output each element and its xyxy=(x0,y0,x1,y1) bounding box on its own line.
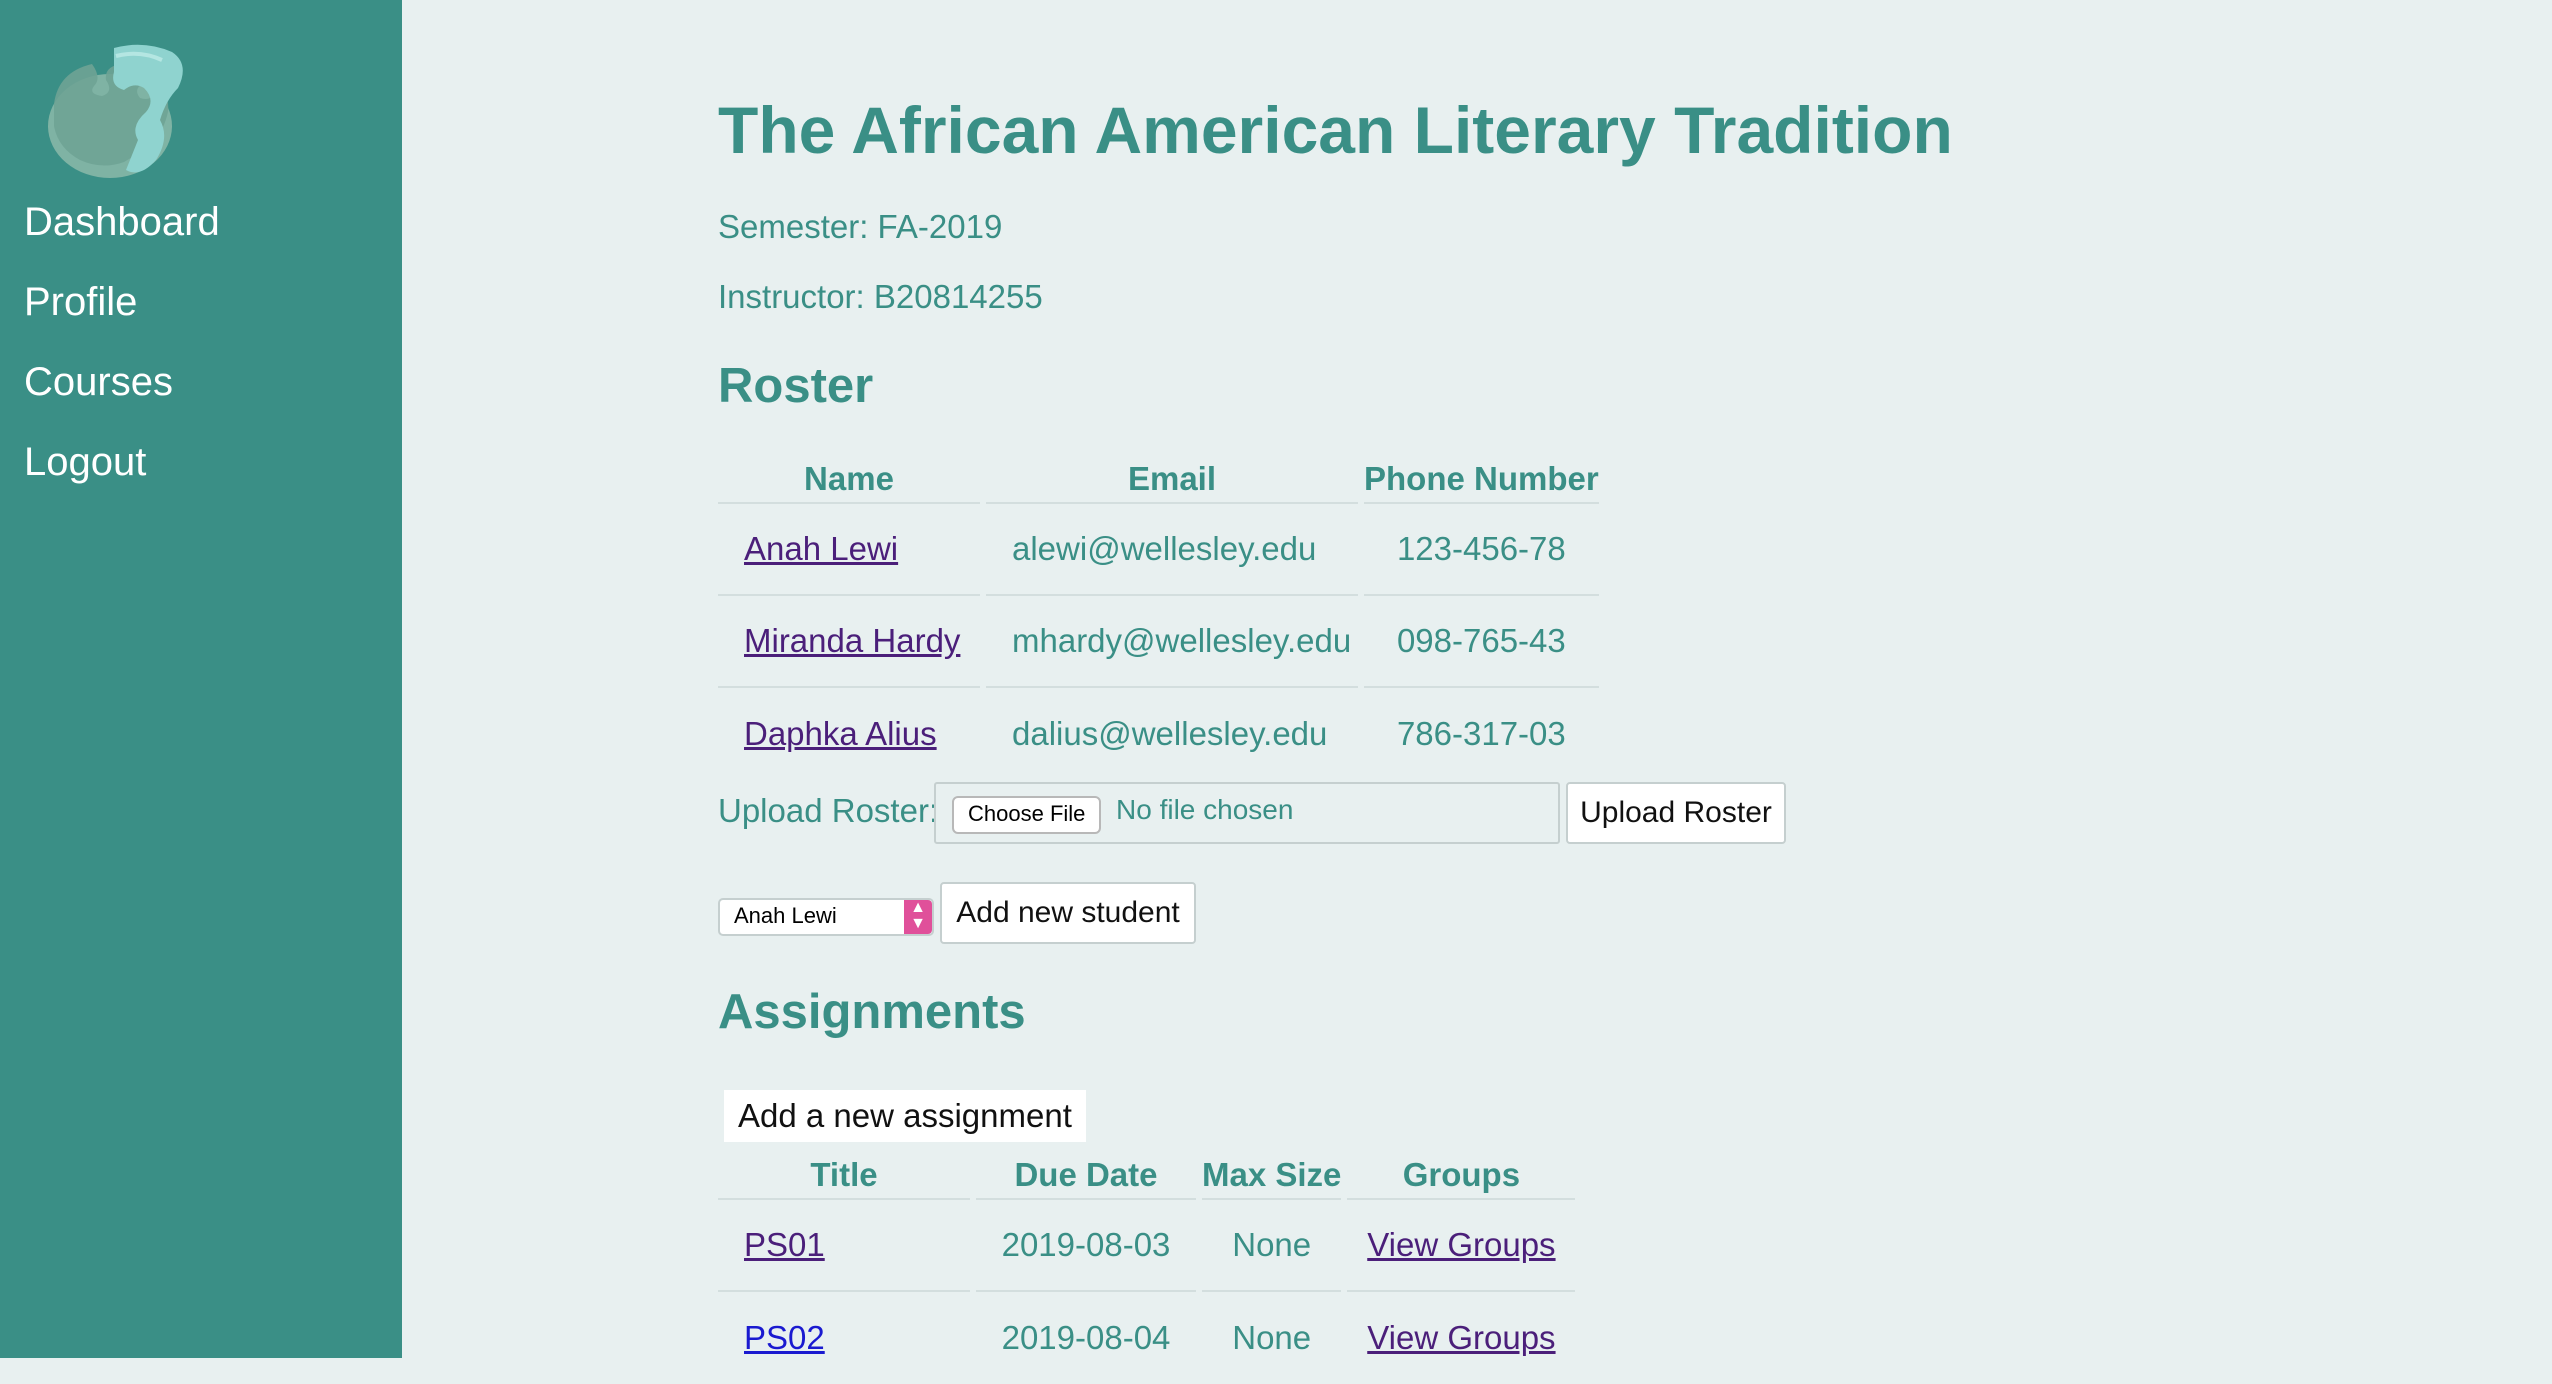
upload-roster-label: Upload Roster: xyxy=(718,792,939,829)
table-row: PS01 2019-08-03 None View Groups xyxy=(718,1200,1576,1292)
assignments-col-groups: Groups xyxy=(1347,1156,1576,1200)
choose-file-button[interactable]: Choose File xyxy=(952,796,1102,834)
roster-table: Name Email Phone Number Anah Lewi alewi@… xyxy=(712,460,1605,780)
assignment-max: None xyxy=(1202,1200,1342,1292)
select-arrows-icon: ▲ ▼ xyxy=(904,900,932,934)
page-title: The African American Literary Tradition xyxy=(718,93,1953,167)
assignments-heading: Assignments xyxy=(718,985,1026,1039)
add-new-student-button[interactable]: Add new student xyxy=(940,882,1196,944)
assignment-due: 2019-08-04 xyxy=(1001,1319,1171,1356)
assignments-col-due: Due Date xyxy=(976,1156,1196,1200)
sidebar-item-profile[interactable]: Profile xyxy=(24,280,137,325)
table-row: Miranda Hardy mhardy@wellesley.edu 098-7… xyxy=(718,596,1599,688)
sidebar-item-courses[interactable]: Courses xyxy=(24,360,173,405)
roster-col-email: Email xyxy=(986,460,1358,504)
assignments-col-title: Title xyxy=(718,1156,970,1200)
view-groups-link[interactable]: View Groups xyxy=(1367,1319,1555,1356)
main-content: The African American Literary Tradition … xyxy=(718,0,2518,1358)
add-assignment-button[interactable]: Add a new assignment xyxy=(724,1090,1086,1142)
assignments-table: Title Due Date Max Size Groups PS01 2019… xyxy=(712,1156,1581,1384)
assignment-max: None xyxy=(1232,1319,1312,1356)
roster-col-phone: Phone Number xyxy=(1364,460,1599,504)
sidebar-item-dashboard[interactable]: Dashboard xyxy=(24,200,220,245)
semester-text: Semester: FA-2019 xyxy=(718,208,1003,245)
view-groups-link[interactable]: View Groups xyxy=(1367,1226,1555,1263)
student-phone: 098-765-43 xyxy=(1364,596,1599,688)
upload-roster-button[interactable]: Upload Roster xyxy=(1566,782,1786,844)
sidebar: Dashboard Profile Courses Logout xyxy=(0,0,402,1358)
assignments-col-max: Max Size xyxy=(1202,1156,1342,1200)
student-link[interactable]: Miranda Hardy xyxy=(744,622,960,659)
student-phone: 786-317-03 xyxy=(1396,715,1566,752)
table-row: Daphka Alius dalius@wellesley.edu 786-31… xyxy=(718,688,1599,780)
table-row: PS02 2019-08-04 None View Groups xyxy=(718,1292,1575,1384)
assignment-link[interactable]: PS01 xyxy=(744,1226,825,1263)
student-link[interactable]: Anah Lewi xyxy=(744,530,898,567)
no-file-text: No file chosen xyxy=(1116,794,1294,825)
student-select-value: Anah Lewi xyxy=(734,903,837,928)
instructor-text: Instructor: B20814255 xyxy=(718,278,1043,315)
assignment-link[interactable]: PS02 xyxy=(744,1319,825,1356)
student-email: mhardy@wellesley.edu xyxy=(986,596,1358,688)
roster-col-name: Name xyxy=(718,460,980,504)
student-select[interactable]: Anah Lewi ▲ ▼ xyxy=(718,898,934,936)
roster-heading: Roster xyxy=(718,359,874,413)
student-link[interactable]: Daphka Alius xyxy=(744,715,937,752)
roster-file-input[interactable]: Choose File No file chosen xyxy=(934,782,1560,844)
puzzle-piece-logo-icon[interactable] xyxy=(44,42,194,184)
student-phone: 123-456-78 xyxy=(1364,504,1599,596)
table-row: Anah Lewi alewi@wellesley.edu 123-456-78 xyxy=(718,504,1599,596)
assignment-due: 2019-08-03 xyxy=(976,1200,1196,1292)
student-email: alewi@wellesley.edu xyxy=(986,504,1358,596)
student-email: dalius@wellesley.edu xyxy=(1012,715,1328,752)
sidebar-item-logout[interactable]: Logout xyxy=(24,440,146,485)
